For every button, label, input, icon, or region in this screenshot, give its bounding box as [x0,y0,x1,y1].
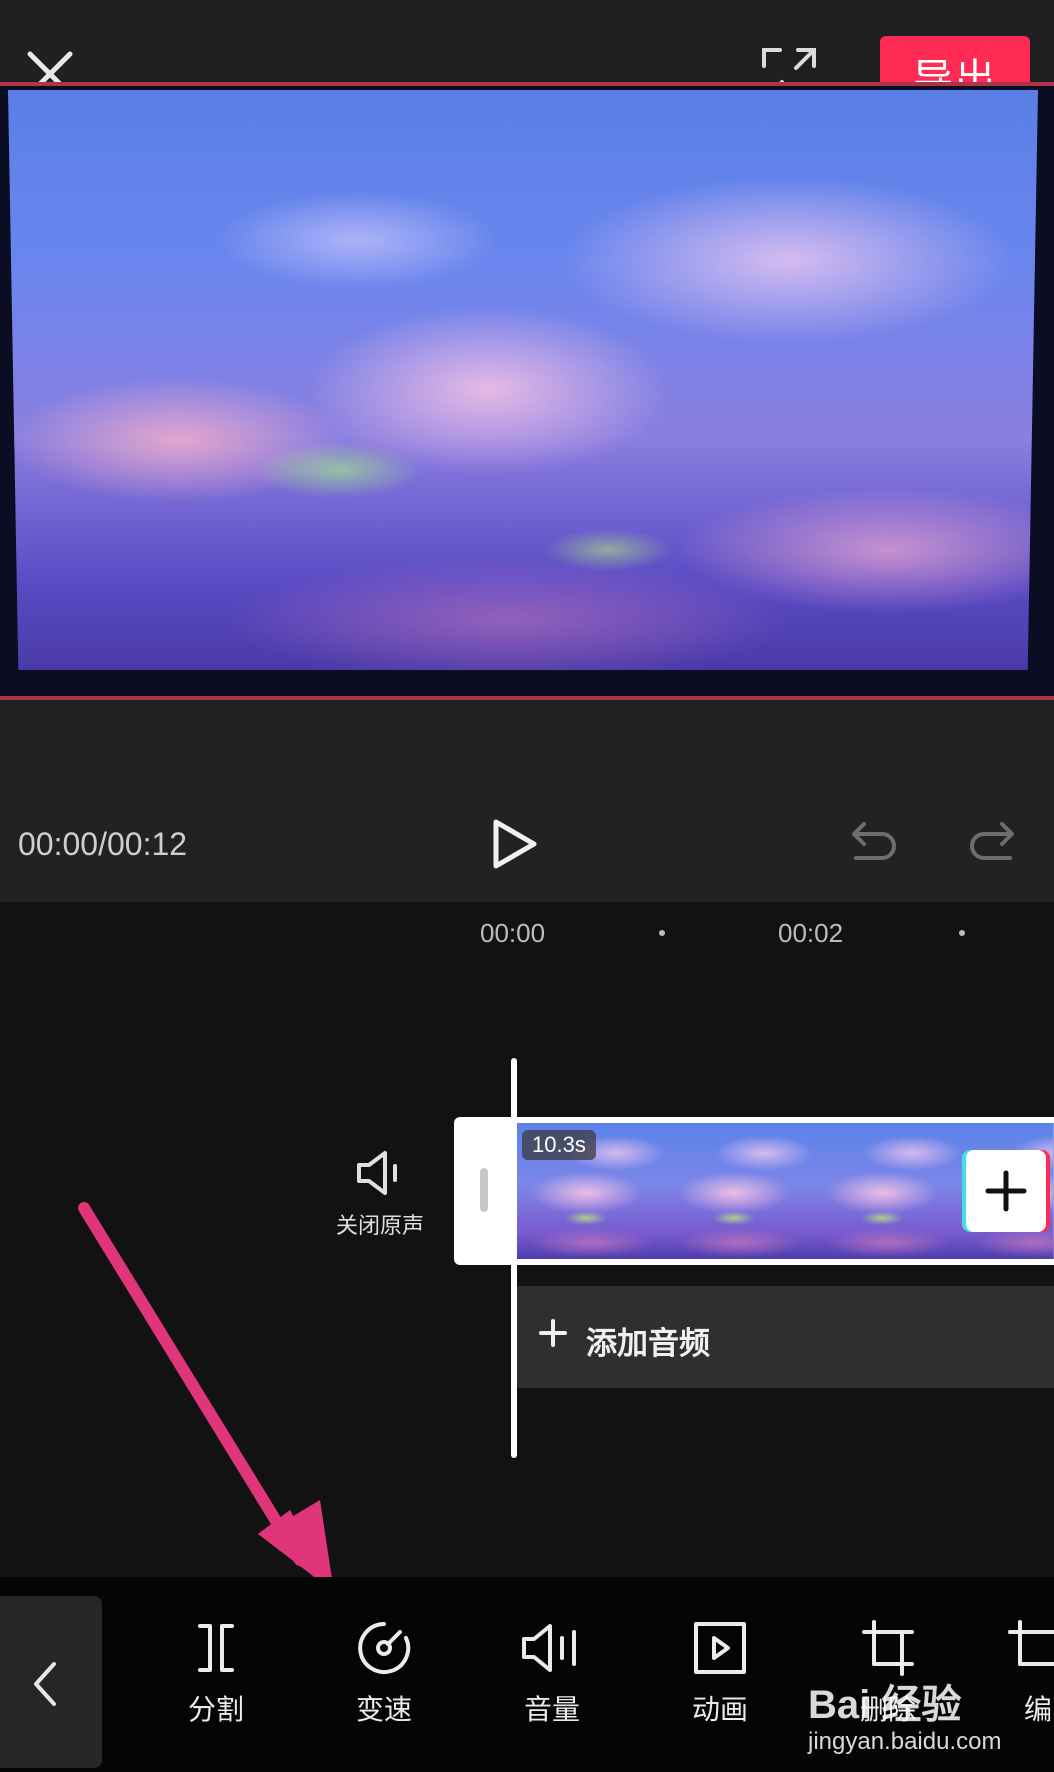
video-preview[interactable] [0,82,1054,700]
ruler-dot [659,930,665,936]
clip-thumbnail [812,1123,962,1259]
redo-icon [970,822,1014,860]
annotation-arrow-icon [78,1202,334,1592]
tool-label: 分割 [187,1693,244,1726]
redo-button[interactable] [968,820,1018,866]
split-icon [198,1624,234,1672]
ruler-label: 00:02 [778,918,844,948]
clip-duration-badge: 10.3s [522,1130,596,1160]
tool-volume[interactable]: 音量 [492,1620,612,1760]
ruler-label: 00:00 [480,918,546,948]
tool-speed[interactable]: 变速 [324,1620,444,1760]
tool-split[interactable]: 分割 [156,1620,276,1760]
watermark-logo: Bai 经验 [808,1683,962,1727]
plus-icon [985,1170,1027,1212]
video-frame-image [8,90,1038,670]
baidu-jingyan-watermark: Bai 经验 jingyan.baidu.com [808,1672,1008,1767]
chevron-left-icon [34,1662,56,1706]
undo-button[interactable] [848,820,898,866]
speaker-icon [357,1151,397,1195]
play-icon [493,819,537,869]
delete-icon [862,1620,914,1676]
animation-icon [694,1622,746,1674]
playback-time: 00:00/00:12 [18,826,188,862]
playhead[interactable] [511,1058,517,1458]
clip-trim-handle[interactable] [480,1168,488,1212]
tool-label: 变速 [355,1693,412,1726]
plus-icon [539,1319,567,1347]
edit-icon [1008,1620,1054,1666]
clip-thumbnail [664,1123,814,1259]
tool-label: 动画 [691,1693,748,1726]
undo-icon [852,822,896,860]
tool-animation[interactable]: 动画 [660,1620,780,1760]
tool-label: 音量 [523,1693,580,1726]
ruler-dot [959,930,965,936]
add-clip-button[interactable] [966,1150,1046,1232]
play-button[interactable] [488,816,540,872]
back-button[interactable] [0,1596,102,1768]
volume-icon [522,1624,576,1672]
add-audio-label: 添加音频 [586,1326,710,1362]
speed-icon [358,1622,411,1674]
watermark-url: jingyan.baidu.com [808,1728,1002,1755]
